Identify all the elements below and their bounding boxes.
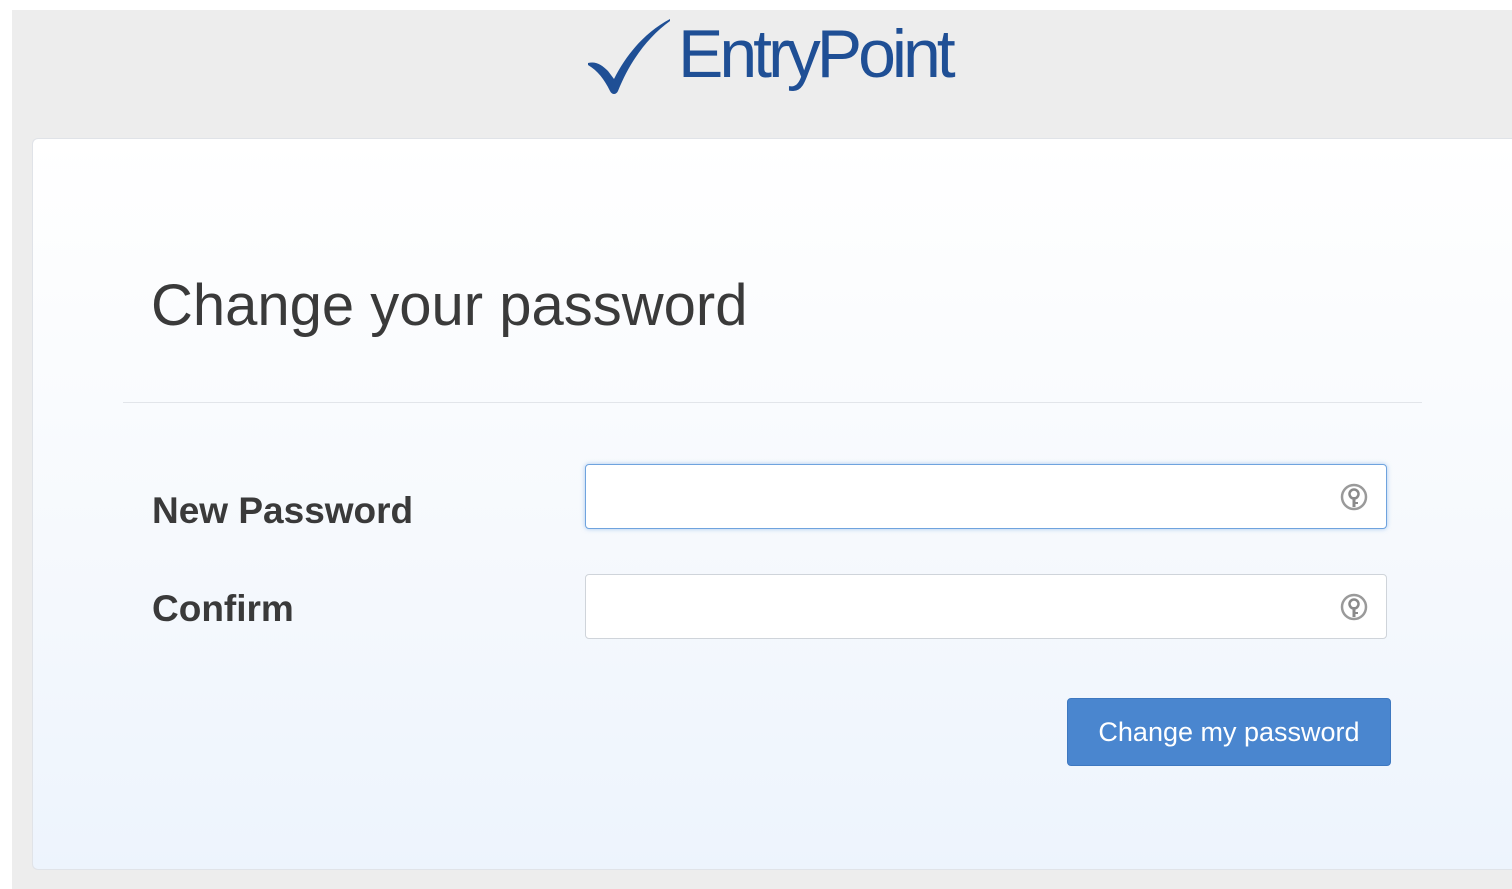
confirm-password-input[interactable] (586, 575, 1386, 638)
new-password-field[interactable] (585, 464, 1387, 529)
title-divider (123, 402, 1422, 403)
change-password-button[interactable]: Change my password (1067, 698, 1391, 766)
page-title: Change your password (151, 273, 748, 338)
confirm-password-field[interactable] (585, 574, 1387, 639)
brand-name: EntryPoint (678, 16, 956, 92)
new-password-label: New Password (152, 490, 414, 531)
checkmark-icon (588, 19, 670, 94)
password-key-icon[interactable] (1339, 592, 1369, 622)
change-password-card: Change your password New Password Confir… (32, 138, 1512, 870)
brand-logo: EntryPoint (586, 10, 956, 102)
page-background: EntryPoint Change your password New Pass… (12, 10, 1512, 889)
confirm-password-label: Confirm (152, 588, 294, 629)
password-key-icon[interactable] (1339, 482, 1369, 512)
new-password-input[interactable] (586, 465, 1386, 528)
